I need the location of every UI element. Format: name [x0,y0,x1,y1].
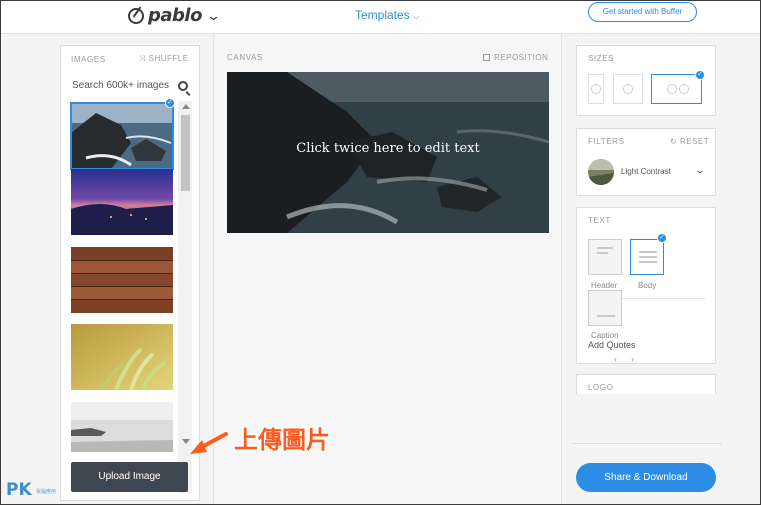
logo-panel-title: LOGO [588,383,614,392]
shuffle-label: SHUFFLE [148,54,189,63]
scroll-up-icon[interactable] [182,104,190,109]
header-line [597,252,608,254]
templates-menu[interactable]: Templates ⌵ [355,8,420,22]
images-panel: IMAGES ⤨ SHUFFLE Search 600k+ images ✓ U… [60,45,200,501]
logo-text: pablo [148,5,202,26]
filter-preview-image [588,159,614,185]
filters-panel: FILTERS ↻ RESET Light Contrast ⌄ [576,128,716,196]
right-divider [572,443,722,444]
annotation-label: 上傳圖片 [234,426,330,454]
share-download-button[interactable]: Share & Download [576,463,716,492]
facebook-icon [667,84,677,94]
upload-image-button[interactable]: Upload Image [71,462,188,492]
images-panel-title: IMAGES [71,55,106,64]
text-panel-title: TEXT [588,216,611,225]
add-quotes-label[interactable]: Add Quotes [588,340,636,350]
text-option-header[interactable] [588,239,622,275]
header-line [597,247,613,249]
search-icon[interactable] [178,81,188,91]
purple-sunset-image [71,169,173,235]
size-option-facebook-twitter[interactable] [651,74,702,104]
image-thumbnail-wood[interactable] [71,247,173,313]
chevron-down-icon: ⌄ [205,7,222,23]
logo-panel: LOGO [576,374,716,394]
get-started-button[interactable]: Get started with Buffer [588,2,697,22]
reposition-button[interactable]: REPOSITION [483,53,548,62]
text-option-header-label: Header [591,281,618,290]
reposition-icon [483,54,490,61]
reposition-label: REPOSITION [494,53,549,62]
text-option-body[interactable] [630,239,664,275]
body-line [639,256,657,258]
pk-watermark: PK [6,480,32,500]
top-bar: pablo ⌄ Templates ⌵ Get started with Buff… [1,1,760,34]
text-panel: TEXT Header ✓ Body Caption Add Quotes ‹› [576,207,716,364]
shuffle-icon: ⤨ [139,54,149,63]
text-option-caption[interactable] [588,290,622,326]
annotation-arrow-icon [190,432,228,454]
filter-thumbnail[interactable] [588,159,614,185]
images-scroll-thumb[interactable] [181,115,190,191]
templates-label: Templates [355,8,410,22]
chevron-down-icon[interactable]: ⌄ [694,165,705,176]
pk-watermark-subtitle: 電腦應用 [36,489,57,495]
misty-lake-image [71,402,173,452]
size-option-pinterest[interactable] [588,74,604,104]
body-line [639,251,657,253]
shuffle-button[interactable]: ⤨ SHUFFLE [139,54,189,64]
design-canvas[interactable]: Click twice here to edit text [227,72,549,233]
reset-label: RESET [679,137,710,146]
wood-planks-image [71,247,173,313]
image-thumbnail-misty[interactable] [71,402,173,452]
pablo-logo-icon [128,7,144,24]
canvas-title: CANVAS [227,53,263,62]
search-input[interactable]: Search 600k+ images [72,80,169,91]
rocky-coast-image [71,103,173,169]
reset-filter-button[interactable]: ↻ RESET [670,137,709,146]
image-thumbnail-wheat[interactable] [71,324,173,390]
image-thumbnail-rocky-coast[interactable] [70,102,174,170]
instagram-icon [623,84,633,94]
text-option-caption-label: Caption [591,331,619,340]
filter-name[interactable]: Light Contrast [621,167,671,176]
caption-line [597,315,615,317]
twitter-icon [679,84,689,94]
canvas-text-overlay[interactable]: Click twice here to edit text [227,141,549,156]
selected-check-icon: ✓ [657,233,667,243]
sizes-panel: SIZES ✓ [576,45,716,116]
chevron-down-icon: ⌵ [412,11,420,21]
pinterest-icon [591,84,601,94]
wheat-image [71,324,173,390]
image-thumbnail-purple-sunset[interactable] [71,169,173,235]
pablo-logo[interactable]: pablo ⌄ [128,5,222,26]
size-option-instagram[interactable] [613,74,643,104]
chevron-left-icon[interactable]: ‹ [614,354,631,364]
chevron-right-icon[interactable]: › [631,354,648,364]
body-line [639,261,657,263]
filters-panel-title: FILTERS [588,137,625,146]
text-option-body-label: Body [638,281,657,290]
quotes-nav[interactable]: ‹› [614,354,648,364]
sizes-panel-title: SIZES [588,54,615,63]
reset-icon: ↻ [670,137,680,146]
selected-check-icon: ✓ [165,98,175,108]
selected-check-icon: ✓ [695,70,705,80]
